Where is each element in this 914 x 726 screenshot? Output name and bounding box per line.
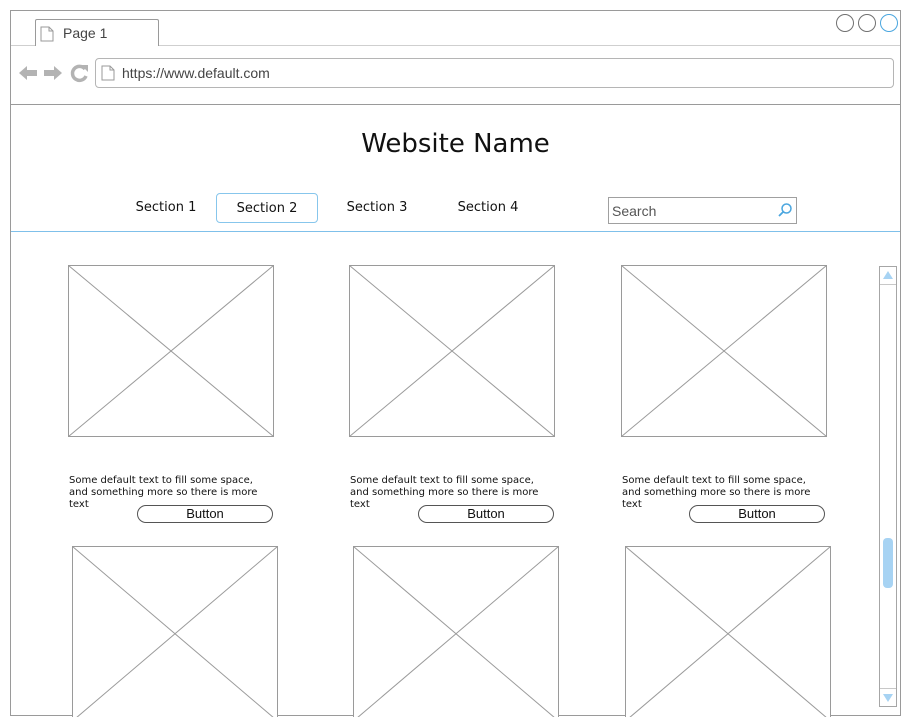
scroll-up-arrow-icon[interactable]	[882, 269, 894, 281]
maximize-button[interactable]	[858, 14, 876, 32]
reload-icon[interactable]	[69, 63, 89, 83]
scroll-track-top	[880, 284, 896, 285]
site-title: Website Name	[361, 129, 550, 159]
card-button[interactable]: Button	[418, 505, 554, 523]
image-placeholder	[72, 546, 278, 717]
header-divider	[11, 231, 900, 232]
minimize-button[interactable]	[836, 14, 854, 32]
search-icon[interactable]	[777, 202, 793, 223]
browser-toolbar: Page 1 https://www.default.com	[11, 11, 900, 105]
card-button[interactable]: Button	[689, 505, 825, 523]
nav-item-section-3[interactable]: Section 3	[326, 193, 428, 223]
nav-item-section-4[interactable]: Section 4	[437, 193, 539, 223]
tab-label: Page 1	[63, 25, 108, 41]
image-placeholder	[349, 265, 555, 437]
card: Some default text to fill some space, an…	[621, 265, 827, 523]
document-icon	[40, 26, 54, 47]
nav-item-section-2[interactable]: Section 2	[216, 193, 318, 223]
scroll-down-arrow-icon[interactable]	[882, 692, 894, 704]
image-placeholder	[625, 546, 831, 717]
card: Some default text to fill some space, an…	[68, 265, 274, 523]
search-input[interactable]	[609, 198, 772, 223]
image-placeholder	[68, 265, 274, 437]
document-icon	[101, 65, 115, 86]
card: Some default text to fill some space, an…	[349, 265, 555, 523]
browser-window: Page 1 https://www.default.com Website N…	[10, 10, 901, 717]
address-bar[interactable]: https://www.default.com	[95, 58, 894, 88]
close-button[interactable]	[880, 14, 898, 32]
back-arrow-icon[interactable]	[18, 63, 38, 83]
image-placeholder	[353, 546, 559, 717]
browser-tab[interactable]: Page 1	[35, 19, 159, 46]
card-button[interactable]: Button	[137, 505, 273, 523]
scroll-track-bottom	[880, 688, 896, 689]
nav-item-section-1[interactable]: Section 1	[115, 193, 217, 223]
forward-arrow-icon[interactable]	[43, 63, 63, 83]
scroll-thumb[interactable]	[883, 538, 893, 589]
url-text: https://www.default.com	[122, 65, 270, 81]
search-box	[608, 197, 797, 224]
image-placeholder	[621, 265, 827, 437]
vertical-scrollbar[interactable]	[879, 266, 897, 707]
